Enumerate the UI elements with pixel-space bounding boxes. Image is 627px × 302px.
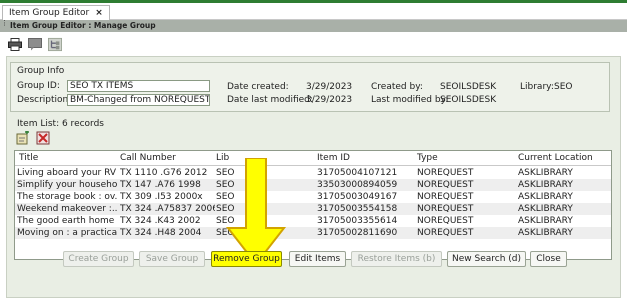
table-row[interactable]: Weekend makeover :... TX 324 .A75837 200… [15,203,611,215]
table-row[interactable]: Living aboard your RV TX 1110 .G76 2012 … [15,167,611,179]
toolbar [8,36,62,52]
cell-call-number: TX 324 .K43 2002 [120,216,201,226]
date-modified-label: Date last modified: [227,95,313,105]
print-icon[interactable] [8,37,22,51]
drag-grip-icon[interactable]: ⋮ [1,20,8,31]
cell-location: ASKLIBRARY [518,192,573,202]
tree-icon[interactable] [48,37,62,51]
created-by-value: SEOILSDESK [440,82,497,92]
modified-by-label: Last modified by: [371,95,449,105]
restore-items-button[interactable]: Restore Items (b) [351,251,442,267]
table-header: Title Call Number Lib Item ID Type Curre… [15,151,611,166]
close-button[interactable]: Close [530,251,567,267]
table-row[interactable]: The storage book : ov... TX 309 .I53 200… [15,191,611,203]
cell-call-number: TX 324 .H48 2004 [120,228,202,238]
cell-title: Weekend makeover :... [17,204,117,214]
library-label: Library: [520,82,554,92]
library-value: SEO [554,82,573,92]
column-header-call-number[interactable]: Call Number [120,153,176,163]
item-list-label: Item List: 6 records [17,119,104,129]
column-header-current-location[interactable]: Current Location [518,153,593,163]
cell-type: NOREQUEST [417,216,474,226]
cell-location: ASKLIBRARY [518,204,573,214]
cell-item-id: 31705003049167 [317,192,398,202]
cell-type: NOREQUEST [417,180,474,190]
tab-strip: Item Group Editor × [0,3,627,20]
description-label: Description: [17,95,72,105]
create-group-button[interactable]: Create Group [63,251,134,267]
cell-title: Living aboard your RV [17,168,116,178]
add-item-icon[interactable] [16,131,30,145]
group-info-legend: Group Info [17,66,65,76]
delete-item-icon[interactable] [36,131,50,145]
cell-item-id: 31705004107121 [317,168,398,178]
save-group-button[interactable]: Save Group [139,251,205,267]
cell-location: ASKLIBRARY [518,216,573,226]
cell-type: NOREQUEST [417,204,474,214]
cell-title: Moving on : a practica... [17,228,117,238]
cell-item-id: 31705002811690 [317,228,398,238]
cell-type: NOREQUEST [417,192,474,202]
group-id-label: Group ID: [17,81,60,91]
cell-item-id: 33503000894059 [317,180,398,190]
tab-label: Item Group Editor [9,8,90,18]
remove-group-button[interactable]: Remove Group [211,251,282,267]
description-field[interactable]: BM-Changed from NOREQUEST to [67,94,210,106]
cell-title: The good earth home ... [17,216,117,226]
cell-title: The storage book : ov... [17,192,117,202]
cell-title: Simplify your household [17,180,117,190]
cell-location: ASKLIBRARY [518,168,573,178]
cell-type: NOREQUEST [417,228,474,238]
table-row[interactable]: The good earth home ... TX 324 .K43 2002… [15,215,611,227]
close-icon[interactable]: × [95,8,103,18]
tab-item-group-editor[interactable]: Item Group Editor × [2,5,110,20]
cell-type: NOREQUEST [417,168,474,178]
date-modified-value: 3/29/2023 [306,95,353,105]
table-row[interactable]: Moving on : a practica... TX 324 .H48 20… [15,227,611,239]
new-search-button[interactable]: New Search (d) [447,251,526,267]
table-row[interactable]: Simplify your household TX 147 .A76 1998… [15,179,611,191]
column-header-item-id[interactable]: Item ID [317,153,350,163]
comment-icon[interactable] [28,37,42,51]
cell-call-number: TX 324 .A75837 2006 [120,204,215,214]
cell-call-number: TX 147 .A76 1998 [120,180,201,190]
arrow-annotation-icon [225,158,287,266]
group-id-field[interactable]: SEO TX ITEMS [67,80,210,92]
cell-call-number: TX 309 .I53 2000x [120,192,203,202]
window-title: Item Group Editor : Manage Group [0,20,627,32]
cell-location: ASKLIBRARY [518,180,573,190]
date-created-value: 3/29/2023 [306,82,353,92]
item-list-table: Title Call Number Lib Item ID Type Curre… [14,150,612,260]
cell-item-id: 31705003355614 [317,216,398,226]
cell-item-id: 31705003554158 [317,204,398,214]
column-header-title[interactable]: Title [19,153,38,163]
column-header-type[interactable]: Type [417,153,438,163]
date-created-label: Date created: [227,82,289,92]
created-by-label: Created by: [371,82,423,92]
edit-items-button[interactable]: Edit Items [289,251,346,267]
cell-call-number: TX 1110 .G76 2012 [120,168,208,178]
cell-location: ASKLIBRARY [518,228,573,238]
modified-by-value: SEOILSDESK [440,95,497,105]
